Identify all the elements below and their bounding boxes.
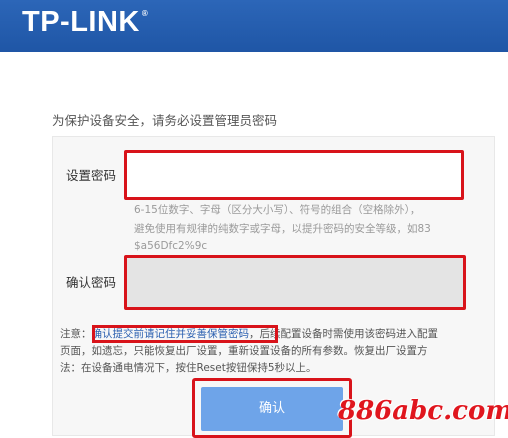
confirm-password-label: 确认密码 xyxy=(66,275,117,290)
confirm-password-input[interactable] xyxy=(124,255,466,310)
note-line-3: 法：在设备通电情况下，按住Reset按钮保持5秒以上。 xyxy=(60,362,317,374)
confirm-button[interactable]: 确认 xyxy=(201,387,343,431)
password-hint-line: $a56Dfc2%9c xyxy=(134,240,208,252)
password-hint-line: 避免使用有规律的纯数字或字母，以提升密码的安全等级，如83 xyxy=(134,223,431,235)
password-label: 设置密码 xyxy=(66,168,117,183)
note-line-2: 页面，如遗忘，只能恢复出厂设置，重新设置设备的所有参数。恢复出厂设置方 xyxy=(60,345,428,357)
note-prefix: 注意： xyxy=(60,328,92,340)
tp-link-logo: TP-LINK ® xyxy=(22,6,148,39)
password-hint-line: 6-15位数字、字母（区分大小写）、符号的组合（空格除外）， xyxy=(134,204,421,216)
site-watermark: 886abc.com xyxy=(338,396,508,426)
logo-text: TP-LINK xyxy=(22,6,140,38)
note-highlight-frame xyxy=(92,325,278,343)
header-bar: TP-LINK ® xyxy=(0,0,508,52)
intro-text: 为保护设备安全，请务必设置管理员密码 xyxy=(52,113,278,128)
password-input[interactable] xyxy=(124,150,464,200)
registered-mark: ® xyxy=(141,9,149,18)
